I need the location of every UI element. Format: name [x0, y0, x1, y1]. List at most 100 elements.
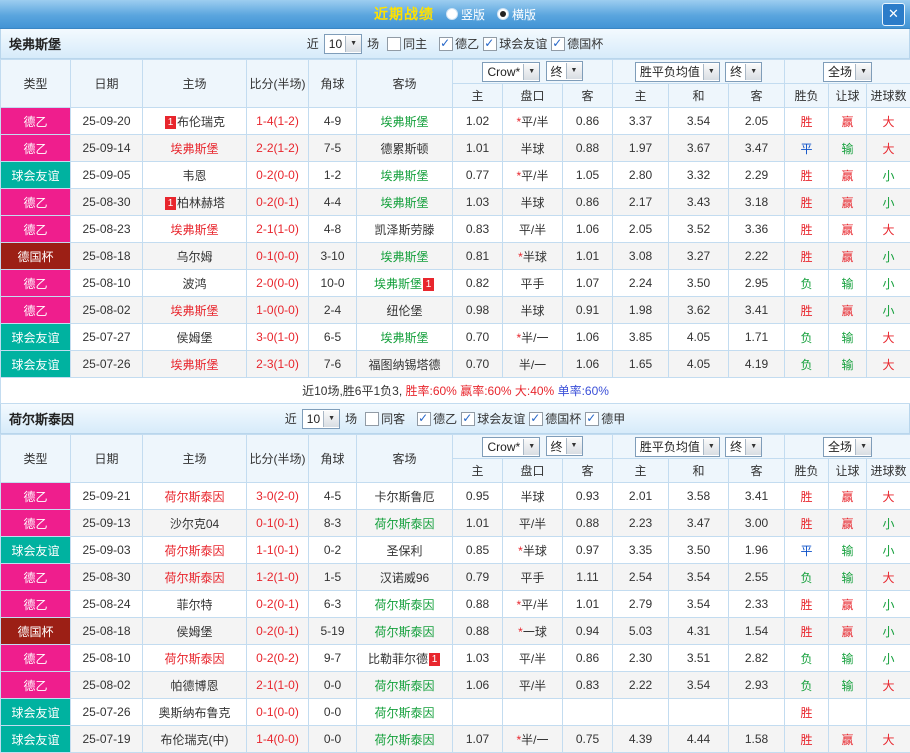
- games-count-select[interactable]: 10 ▼: [301, 408, 341, 429]
- filter-checkbox[interactable]: 球会友谊: [461, 410, 525, 427]
- odds-home-cell: 0.88: [452, 590, 503, 618]
- team-name: 埃弗斯堡: [9, 37, 62, 52]
- handicap-result-cell: 赢: [828, 725, 868, 753]
- home-team-cell: 乌尔姆: [142, 242, 247, 270]
- match-row: 德乙 25-08-30 荷尔斯泰因 1-2(1-0) 1-5 汉诺威96 0.79 平手 1.1…: [0, 563, 910, 591]
- games-label: 场: [345, 412, 358, 426]
- handicap-result-cell: 输: [828, 671, 868, 699]
- filter-checkbox[interactable]: 德乙: [417, 410, 457, 427]
- odds-company-select[interactable]: Crow* ▼: [482, 61, 541, 82]
- avg-final-select[interactable]: 终 ▼: [725, 436, 763, 457]
- odds-away-cell: 0.86: [562, 107, 613, 135]
- league-cell: 德乙: [0, 269, 71, 297]
- scope-select[interactable]: 全场 ▼: [823, 436, 873, 457]
- odds-home-cell: 1.03: [452, 188, 503, 216]
- odds-company-select[interactable]: Crow* ▼: [482, 436, 541, 457]
- league-cell: 球会友谊: [0, 698, 71, 726]
- close-button[interactable]: ✕: [882, 3, 905, 26]
- layout-radio-横版[interactable]: 横版: [497, 6, 536, 23]
- corners-cell: 3-10: [308, 242, 357, 270]
- corners-cell: 5-19: [308, 617, 357, 645]
- corners-cell: 4-4: [308, 188, 357, 216]
- date-cell: 25-07-19: [70, 725, 143, 753]
- handicap-cell: [502, 698, 563, 726]
- avg-away-cell: 1.71: [727, 323, 786, 351]
- recent-results-window: 近期战绩 竖版横版 ✕ 埃弗斯堡 近 10▼ 场 同主德乙球会友谊德国杯 类型 …: [0, 0, 910, 753]
- chevron-down-icon: ▼: [523, 438, 540, 455]
- chevron-down-icon: ▼: [702, 438, 719, 455]
- match-row: 球会友谊 25-07-26 埃弗斯堡 2-3(1-0) 7-6 福图纳锡塔德 0.70 半/一…: [0, 350, 910, 378]
- col-date: 日期: [70, 434, 143, 483]
- checkbox-icon: [365, 411, 380, 426]
- team-name: 荷尔斯泰因: [9, 412, 75, 427]
- result-cell: 胜: [784, 590, 830, 618]
- filter-checkbox[interactable]: 德乙: [439, 35, 479, 52]
- corners-cell: 1-2: [308, 161, 357, 189]
- score-cell: 1-0(0-0): [246, 296, 309, 324]
- league-cell: 德乙: [0, 644, 71, 672]
- col-avg-home: 主: [612, 458, 669, 483]
- odds-home-cell: [452, 698, 503, 726]
- radio-icon: [497, 8, 509, 20]
- away-team-cell: 纽伦堡: [356, 296, 453, 324]
- avg-away-cell: 2.95: [727, 269, 786, 297]
- score-cell: 2-3(1-0): [246, 350, 309, 378]
- handicap-cell: 半球: [502, 296, 563, 324]
- avg-type-select[interactable]: 胜平负均值 ▼: [634, 436, 720, 457]
- avg-final-select[interactable]: 终 ▼: [725, 61, 763, 82]
- avg-home-cell: 1.98: [612, 296, 669, 324]
- scope-value: 全场: [828, 65, 853, 79]
- goals-cell: 大: [866, 107, 910, 135]
- games-count-select[interactable]: 10 ▼: [323, 33, 363, 54]
- scope-select[interactable]: 全场 ▼: [823, 61, 873, 82]
- avg-type-select[interactable]: 胜平负均值 ▼: [634, 61, 720, 82]
- league-cell: 德乙: [0, 107, 71, 135]
- filter-checkbox[interactable]: 德国杯: [551, 35, 603, 52]
- filter-checkbox[interactable]: 德甲: [585, 410, 625, 427]
- avg-away-cell: 2.82: [727, 644, 786, 672]
- away-team-cell: 埃弗斯堡: [356, 242, 453, 270]
- score-cell: 0-2(0-2): [246, 644, 309, 672]
- handicap-result-cell: 赢: [828, 188, 868, 216]
- odds-away-cell: 0.93: [562, 482, 613, 510]
- odds-final-select[interactable]: 终 ▼: [545, 436, 583, 457]
- odds-away-cell: 1.06: [562, 215, 613, 243]
- col-corners: 角球: [308, 434, 357, 483]
- home-team-cell: 波鸿: [142, 269, 247, 297]
- match-row: 德国杯 25-08-18 乌尔姆 0-1(0-0) 3-10 埃弗斯堡 0.81 *半球 1.0…: [0, 242, 910, 270]
- odds-home-cell: 1.07: [452, 725, 503, 753]
- col-avg-home: 主: [612, 83, 669, 108]
- filter-checkbox[interactable]: 德国杯: [529, 410, 581, 427]
- filter-checkbox[interactable]: 同主: [387, 35, 427, 52]
- handicap-result-cell: 输: [828, 323, 868, 351]
- filter-checkbox[interactable]: 同客: [365, 410, 405, 427]
- date-cell: 25-09-03: [70, 536, 143, 564]
- match-row: 德乙 25-09-21 荷尔斯泰因 3-0(2-0) 4-5 卡尔斯鲁厄 0.95 半球 0.9…: [0, 482, 910, 510]
- layout-radio-竖版[interactable]: 竖版: [445, 6, 485, 23]
- result-cell: 负: [784, 350, 830, 378]
- handicap-result-cell: 赢: [828, 215, 868, 243]
- radio-icon: [445, 8, 458, 20]
- result-cell: 胜: [784, 215, 830, 243]
- result-cell: 胜: [784, 107, 830, 135]
- near-label: 近: [284, 412, 297, 426]
- avg-draw-cell: 3.32: [668, 161, 729, 189]
- odds-home-cell: 0.95: [452, 482, 503, 510]
- team-section-header: 埃弗斯堡 近 10▼ 场 同主德乙球会友谊德国杯: [0, 29, 910, 59]
- red-card-badge: 1: [429, 652, 440, 666]
- chevron-down-icon: ▼: [745, 63, 762, 80]
- match-row: 德乙 25-08-02 帕德博恩 2-1(1-0) 0-0 荷尔斯泰因 1.06 平/半 0.8…: [0, 671, 910, 699]
- odds-company-value: Crow*: [487, 439, 521, 454]
- match-row: 德乙 25-08-24 菲尔特 0-2(0-1) 6-3 荷尔斯泰因 0.88 *平/半 1.0…: [0, 590, 910, 618]
- home-team-cell: 埃弗斯堡: [142, 134, 247, 162]
- handicap-cell: 半球: [502, 188, 563, 216]
- away-team-cell: 荷尔斯泰因: [356, 698, 453, 726]
- avg-draw-cell: 3.50: [668, 536, 729, 564]
- score-cell: 2-2(1-2): [246, 134, 309, 162]
- filter-checkbox[interactable]: 球会友谊: [483, 35, 547, 52]
- corners-cell: 4-5: [308, 482, 357, 510]
- odds-final-select[interactable]: 终 ▼: [545, 61, 583, 82]
- away-team-cell: 埃弗斯堡: [356, 188, 453, 216]
- odds-away-cell: 1.06: [562, 350, 613, 378]
- home-team-cell: 布伦瑞克(中): [142, 725, 247, 753]
